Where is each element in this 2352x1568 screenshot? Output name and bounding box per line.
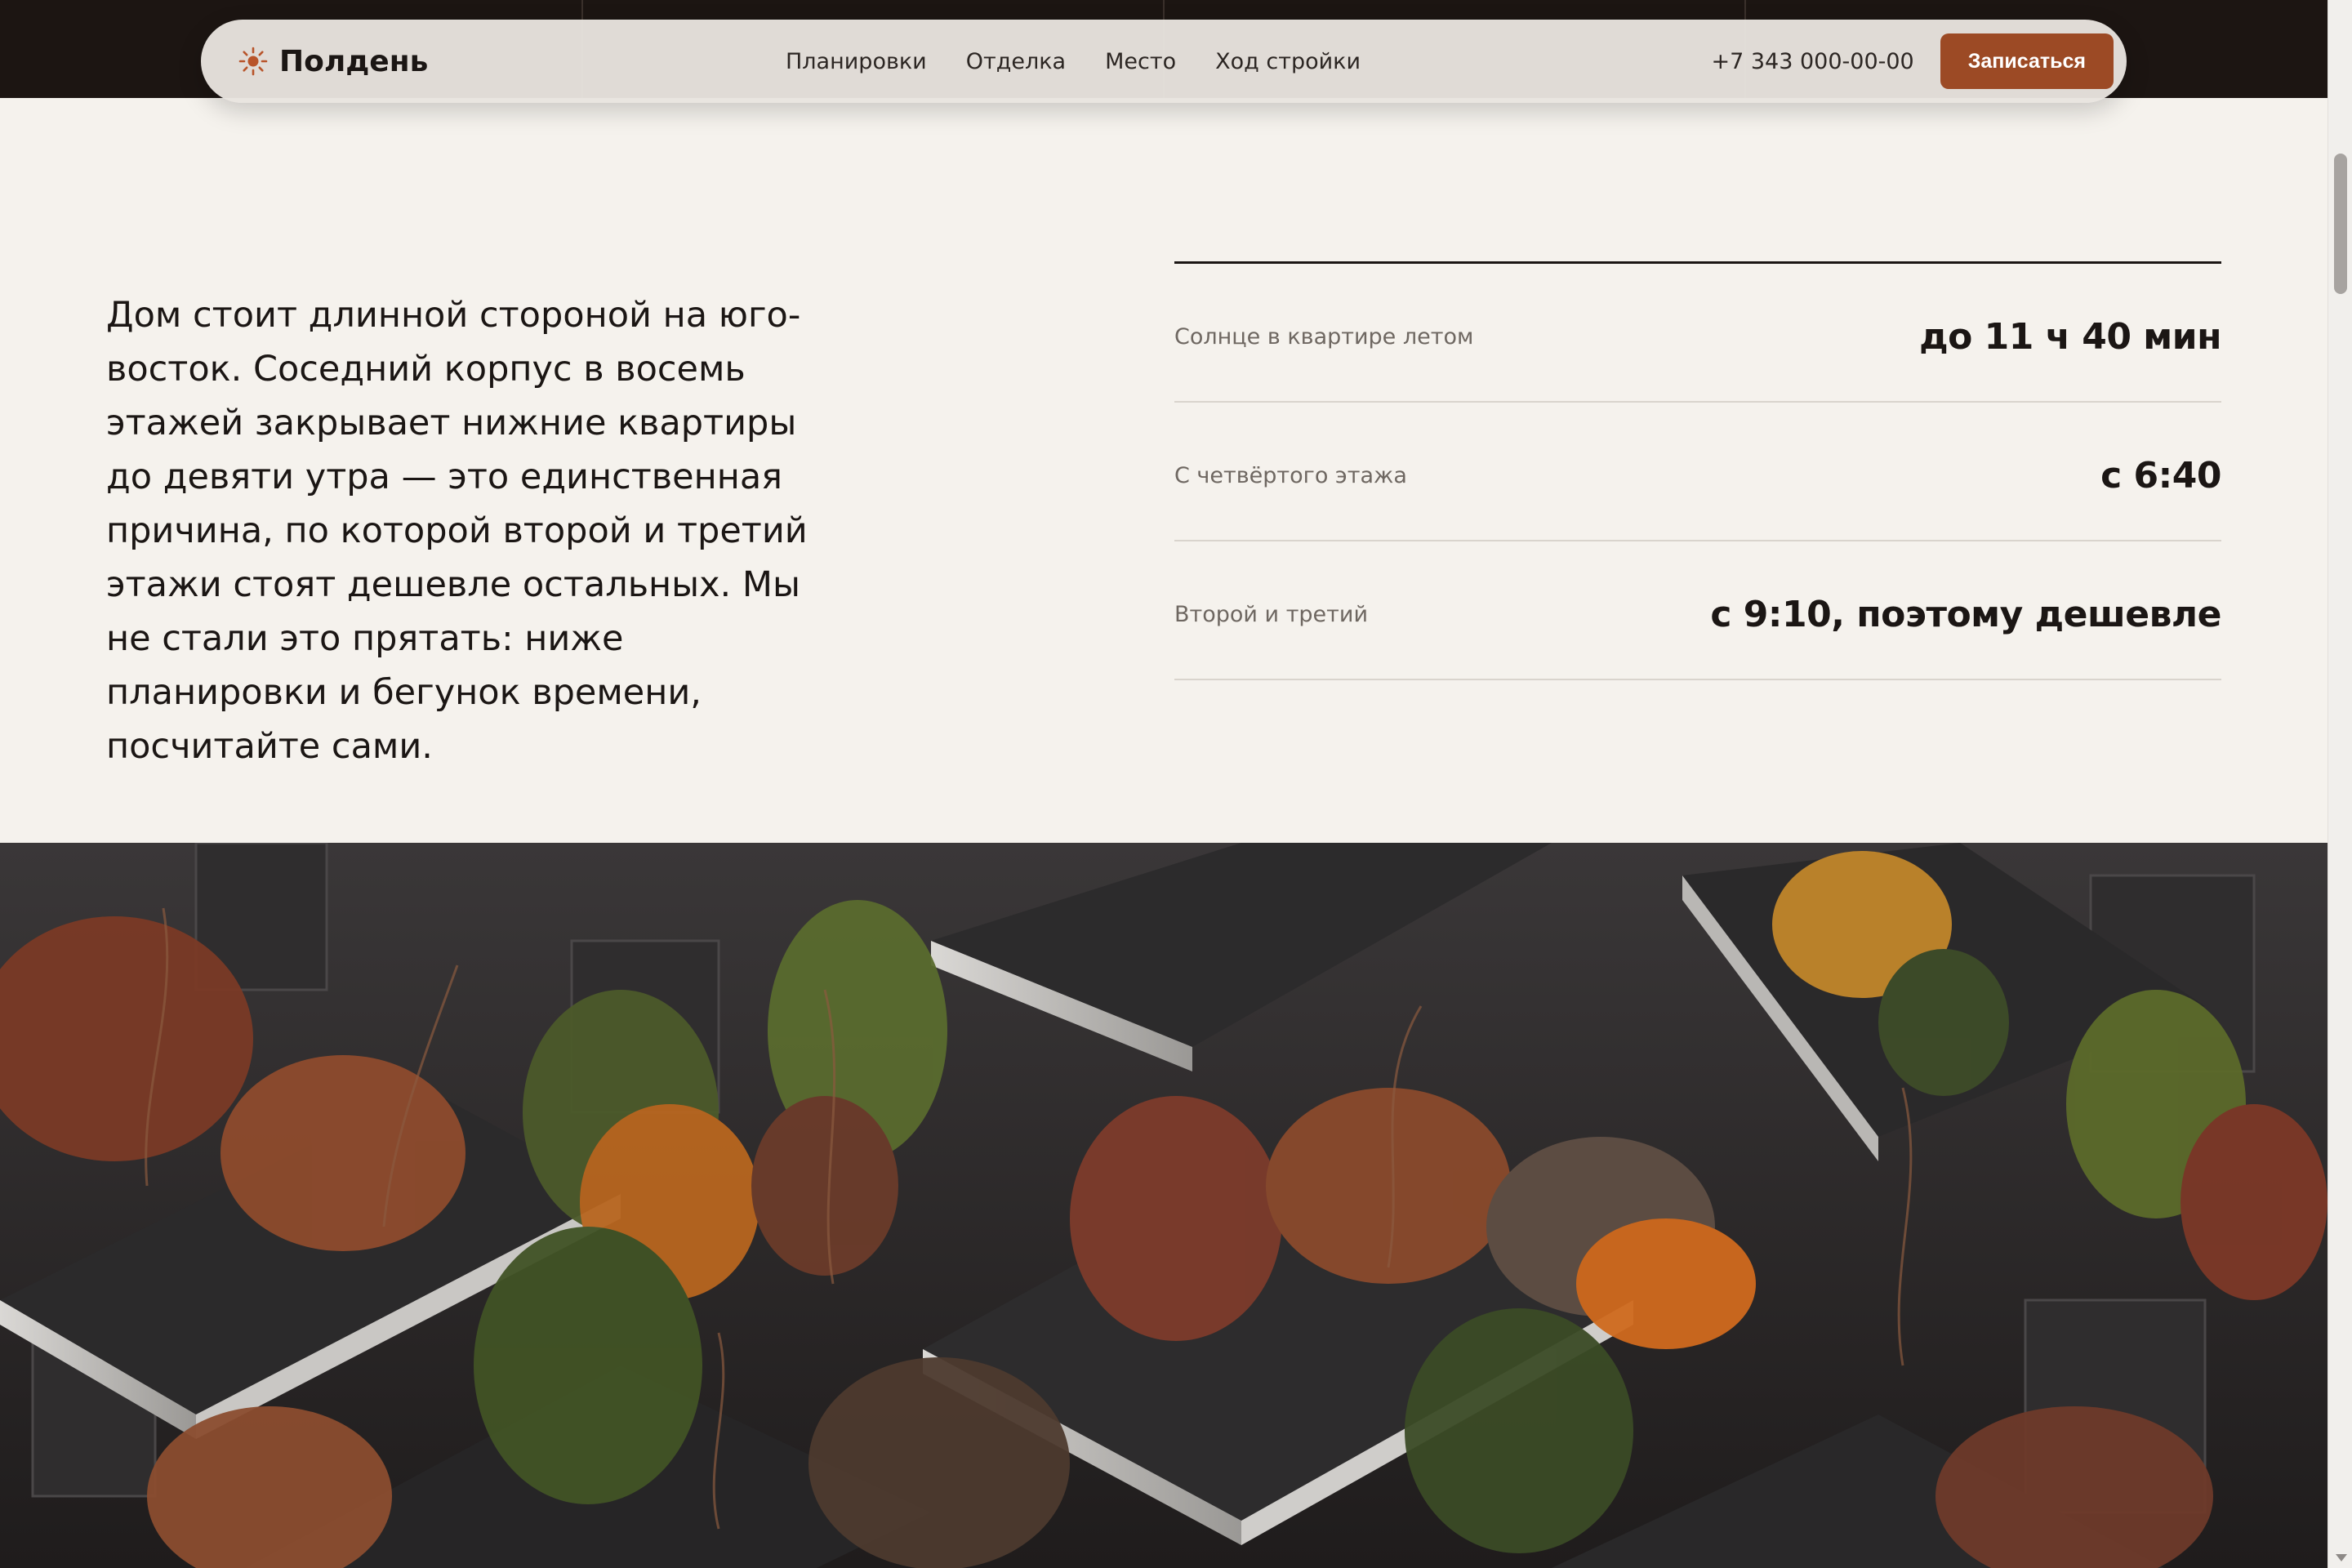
nav-right: +7 343 000-00-00 Записаться bbox=[1712, 20, 2114, 103]
fact-value: с 6:40 bbox=[2100, 454, 2221, 497]
main-navigation: Полдень Планировки Отделка Место Ход стр… bbox=[201, 20, 2127, 103]
nav-link-construction[interactable]: Ход стройки bbox=[1215, 49, 1361, 74]
signup-button[interactable]: Записаться bbox=[1940, 33, 2114, 89]
fact-value: с 9:10, поэтому дешевле bbox=[1710, 593, 2221, 635]
fact-label: Солнце в квартире летом bbox=[1174, 323, 1474, 350]
building-photo bbox=[0, 843, 2328, 1568]
fact-label: С четвёртого этажа bbox=[1174, 462, 1407, 488]
fact-row: С четвёртого этажа с 6:40 bbox=[1174, 403, 2221, 541]
nav-link-layouts[interactable]: Планировки bbox=[786, 49, 927, 74]
sun-facts-list: Солнце в квартире летом до 11 ч 40 мин С… bbox=[1174, 261, 2221, 680]
nav-link-finishing[interactable]: Отделка bbox=[966, 49, 1066, 74]
phone-link[interactable]: +7 343 000-00-00 bbox=[1712, 49, 1914, 74]
fact-row: Солнце в квартире летом до 11 ч 40 мин bbox=[1174, 264, 2221, 403]
building-illustration bbox=[0, 843, 2328, 1568]
scrollbar-thumb[interactable] bbox=[2334, 154, 2347, 294]
brand-name: Полдень bbox=[279, 44, 429, 78]
fact-value: до 11 ч 40 мин bbox=[1919, 315, 2221, 358]
nav-links: Планировки Отделка Место Ход стройки bbox=[786, 20, 1361, 103]
scroll-down-icon[interactable] bbox=[2336, 1554, 2347, 1561]
page: Полдень Планировки Отделка Место Ход стр… bbox=[0, 0, 2352, 1568]
fact-label: Второй и третий bbox=[1174, 601, 1368, 627]
sun-icon bbox=[238, 47, 268, 76]
brand-logo[interactable]: Полдень bbox=[238, 45, 428, 78]
intro-text: Дом стоит длинной стороной на юго-восток… bbox=[106, 295, 808, 767]
page-scrollbar[interactable] bbox=[2328, 0, 2352, 1568]
nav-link-location[interactable]: Место bbox=[1105, 49, 1176, 74]
fact-row: Второй и третий с 9:10, поэтому дешевле bbox=[1174, 541, 2221, 680]
